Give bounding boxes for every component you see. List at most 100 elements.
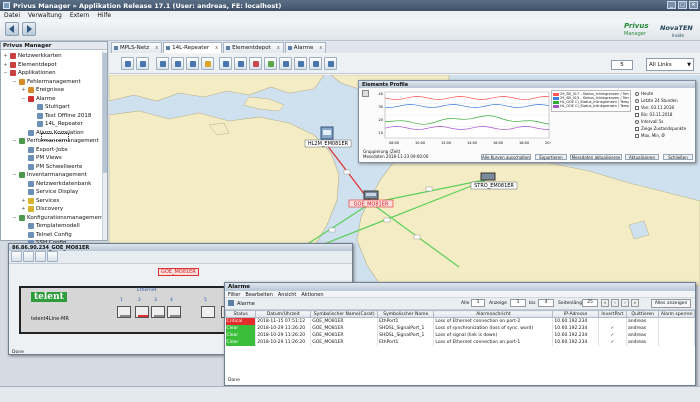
map-tool-icon[interactable] [171,57,184,70]
tree-item[interactable]: Export-Jobs [21,146,68,154]
column-header[interactable]: IP-Adresse [552,310,599,318]
prev-page-icon[interactable]: ‹ [611,299,619,307]
page-number-field[interactable]: 5 [611,60,633,70]
tree-item[interactable]: − Applikationen [3,69,56,77]
next-page-icon[interactable]: › [621,299,629,307]
tab-mpls-netz[interactable]: MPLS-Netz x [111,42,163,53]
tree-item[interactable]: + Ereignisse [21,86,64,94]
detail-tool-4[interactable] [47,251,58,262]
tab-14l-repeater[interactable]: 14L-Repeater x [163,42,223,53]
link-filter-dropdown[interactable]: All Links ▼ [646,58,694,71]
tree-expander-icon[interactable]: + [21,198,26,204]
node-hl2m[interactable] [320,126,334,140]
tree-item[interactable]: 14L_Repeater [30,120,83,128]
page-size-select[interactable]: 25 [582,299,598,307]
tree-item[interactable]: + Netzwerkkarten [3,52,62,60]
table-row[interactable]: Clear 2018-10-29 11:26:20 GOE_MO81ER SHDSL_… [225,324,695,332]
map-tool-icon[interactable] [279,57,292,70]
checkbox-icon[interactable] [635,126,639,131]
tree-expander-icon[interactable]: − [12,79,17,85]
tree-scrollbar[interactable] [102,51,107,240]
minimize-button[interactable]: _ [667,1,676,9]
map-tool-icon[interactable] [309,57,322,70]
perf-option[interactable]: Heute [635,90,693,97]
map-tool-icon[interactable] [264,57,277,70]
node-goe[interactable] [363,190,379,200]
tree-item[interactable]: PM Schwellwerte [21,163,82,171]
perf-btn-close[interactable]: Schließen [663,154,693,160]
ethernet-port[interactable] [151,306,165,318]
tree-item[interactable]: + Elementdepot [3,61,57,69]
node-label-stro[interactable]: STRO_EM081ER [474,183,514,189]
column-header[interactable]: Quittieren [625,310,660,318]
detail-tool-2[interactable] [23,251,34,262]
checkbox-icon[interactable] [635,133,639,138]
table-row[interactable]: Critical 2018-11-15 07:51:12 GOE_MO81ER Eth… [225,317,695,325]
tree-item[interactable]: Service Display [21,188,78,196]
ethernet-port[interactable] [167,306,181,318]
link-label[interactable] [328,227,336,233]
back-button[interactable] [5,22,19,36]
map-tool-icon[interactable] [121,57,134,70]
detail-tool-1[interactable] [11,251,22,262]
tree-expander-icon[interactable]: + [3,53,8,59]
maximize-button[interactable]: □ [678,1,687,9]
map-tool-icon[interactable] [324,57,337,70]
alarm-menu-filter[interactable]: Filter [228,292,240,298]
checkbox-icon[interactable] [635,105,639,110]
perf-option[interactable]: Bis: 03.11.2018 [635,111,693,118]
tree-item[interactable]: − Fehlermanagement [12,78,81,86]
column-header[interactable]: Symbolischer Name [377,310,435,318]
perf-option[interactable]: Intervall 5s [635,118,693,125]
tab-alarme[interactable]: Alarme x [284,42,327,53]
tab-close-icon[interactable]: x [155,45,158,51]
tree-expander-icon[interactable]: − [12,172,17,178]
perf-check-messdaten[interactable]: Messdaten 2018-11-23 09:00:00 [363,154,428,159]
alarm-menu-actions[interactable]: Aktionen [301,292,323,298]
tab-close-icon[interactable]: x [277,45,280,51]
perf-legend-item[interactable]: HL_GOE Cl_Status_Inlinkgrenzen / Tempera… [553,104,629,108]
column-header[interactable]: Alarmnachricht [433,310,554,318]
tree-expander-icon[interactable]: − [12,138,17,144]
link-label[interactable] [343,169,351,175]
tree-expander-icon[interactable]: + [21,87,26,93]
tree-expander-icon[interactable]: − [12,215,17,221]
all-count-field[interactable]: 1 [471,299,485,307]
perf-checks[interactable]: Gruppierung (Zeit) Messdaten 2018-11-23 … [363,149,428,159]
alarm-menu-view[interactable]: Ansicht [278,292,296,298]
node-stro[interactable] [480,172,496,181]
column-header[interactable]: InvertPart [597,310,627,318]
last-page-icon[interactable]: » [631,299,639,307]
tree-expander-icon[interactable]: − [3,70,8,76]
column-header[interactable]: Datum/Uhrzeit [255,310,312,318]
ethernet-port[interactable] [117,306,131,318]
table-row[interactable]: Clear 2018-10-29 11:26:20 GOE_MO81ER SHDSL_… [225,331,695,339]
tree-item[interactable]: Telnet Config [21,231,72,239]
tree-expander-icon[interactable]: + [3,62,8,68]
map-tool-icon[interactable] [136,57,149,70]
perf-btn-export[interactable]: Exportieren [535,154,567,160]
tree-item[interactable]: Netzwerkdatenbank [21,180,91,188]
detail-tool-3[interactable] [35,251,46,262]
map-tool-icon[interactable] [294,57,307,70]
first-page-icon[interactable]: « [601,299,609,307]
chart-icon[interactable] [362,90,369,97]
tree-item[interactable]: − Alarme [21,95,56,103]
perf-option[interactable]: Von: 03.11.2018 [635,104,693,111]
tree-item[interactable]: Test Offline 2018 [30,112,91,120]
show-all-button[interactable]: Alles anzeigen [651,299,691,308]
tab-close-icon[interactable]: x [215,45,218,51]
tree-item[interactable]: Stuttgart [30,103,70,111]
map-tool-icon[interactable] [186,57,199,70]
tree-item[interactable]: PM Views [21,154,62,162]
tree-expander-icon[interactable]: + [21,206,26,212]
tab-elementdepot[interactable]: Elementdepot x [223,42,284,53]
menu-datei[interactable]: Datei [4,12,20,19]
tree-item[interactable]: + Services [21,197,59,205]
map-tool-icon[interactable] [234,57,247,70]
link-label[interactable] [383,217,391,223]
perf-btn-update[interactable]: Aktualisieren [625,154,659,160]
ethernet-port[interactable] [201,306,215,318]
radio-icon[interactable] [635,98,639,103]
menu-hilfe[interactable]: Hilfe [97,12,111,19]
